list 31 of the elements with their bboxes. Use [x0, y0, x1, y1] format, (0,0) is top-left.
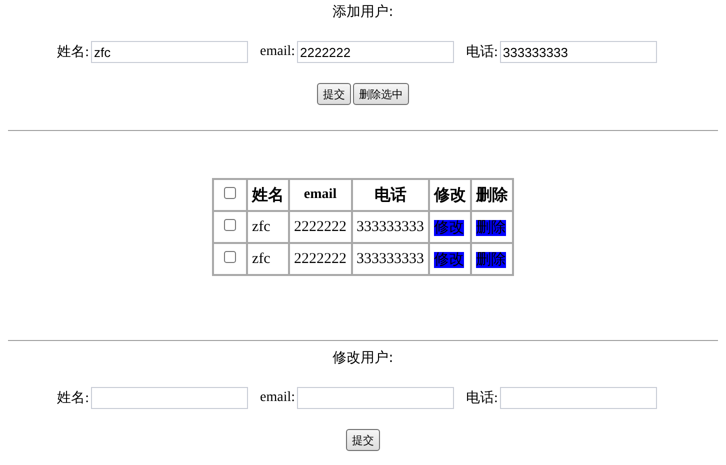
column-header: 修改 [429, 179, 471, 211]
field-label: 电话: [466, 390, 498, 407]
input-field[interactable]: 333333333 [500, 41, 657, 63]
input-field[interactable]: 2222222 [297, 41, 454, 63]
column-header: email [289, 179, 352, 211]
input-field[interactable] [297, 387, 454, 409]
field-label: 电话: [466, 44, 498, 61]
form-title: 修改用户: [332, 349, 394, 368]
field-label: email: [260, 44, 295, 60]
delete-selected-button[interactable]: 删除选中 [353, 83, 409, 105]
table-cell: 333333333 [352, 243, 429, 275]
table-cell: zfc [247, 211, 289, 243]
input-field[interactable] [91, 387, 248, 409]
field-label: email: [260, 390, 295, 406]
submit-button[interactable]: 提交 [317, 83, 351, 105]
row-checkbox[interactable] [224, 250, 236, 262]
column-header: 姓名 [247, 179, 289, 211]
row-checkbox[interactable] [224, 218, 236, 230]
select-all-checkbox[interactable] [224, 187, 236, 199]
column-header: 删除 [471, 179, 513, 211]
table-cell: zfc [247, 243, 289, 275]
submit-button[interactable]: 提交 [346, 429, 380, 451]
input-field[interactable]: zfc [91, 41, 248, 63]
table-cell: 2222222 [289, 211, 352, 243]
table-cell: 333333333 [352, 211, 429, 243]
field-label: 姓名: [57, 44, 89, 61]
input-field[interactable] [500, 387, 657, 409]
field-label: 姓名: [57, 390, 89, 407]
table-cell: 2222222 [289, 243, 352, 275]
form-title: 添加用户: [332, 3, 394, 22]
column-header: 电话 [352, 179, 429, 211]
